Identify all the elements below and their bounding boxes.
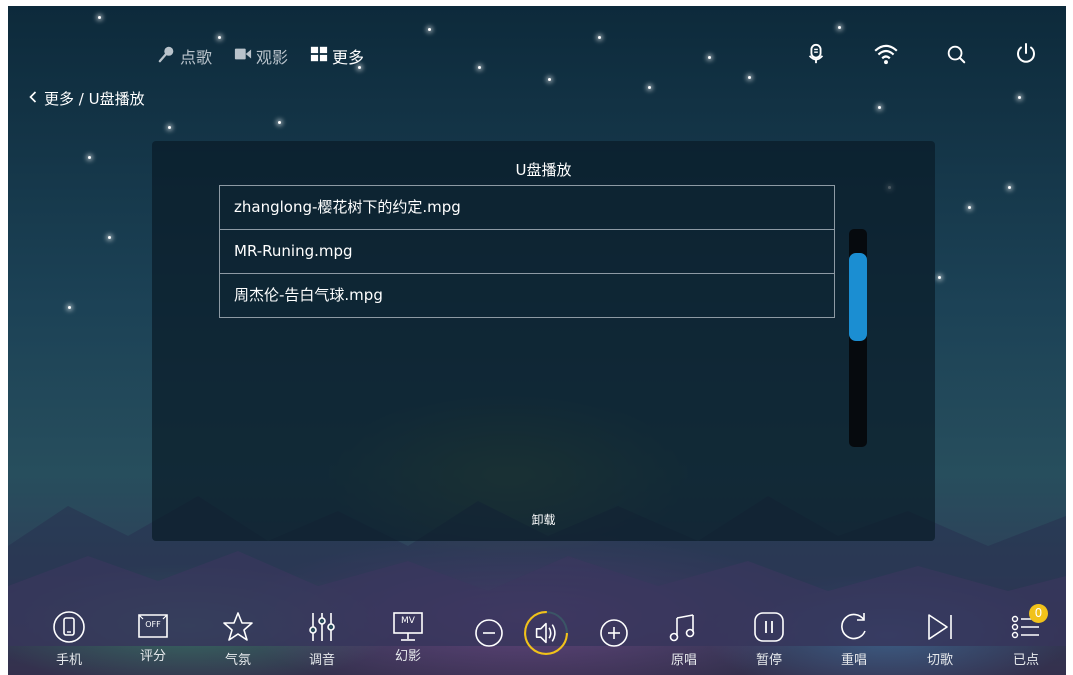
volume-down-button[interactable] — [461, 618, 517, 652]
pause-icon — [752, 610, 786, 648]
star-icon — [221, 610, 255, 648]
replay-icon — [837, 610, 871, 648]
plus-circle-icon — [599, 618, 629, 652]
tab-more-label: 更多 — [332, 48, 365, 67]
usb-playback-panel: U盘播放 zhanglong-樱花树下的约定.mpg MR-Runing.mpg… — [152, 141, 935, 541]
volume-button[interactable] — [518, 610, 574, 660]
scrollbar-thumb[interactable] — [849, 253, 867, 341]
tuning-label: 调音 — [308, 653, 335, 668]
eject-button[interactable]: 卸载 — [152, 511, 935, 528]
tab-more[interactable]: 更多 — [310, 44, 364, 68]
score-badge-text: OFF — [145, 620, 161, 629]
tuning-button[interactable]: 调音 — [294, 610, 350, 668]
tab-song-label: 点歌 — [180, 48, 213, 67]
score-off-icon: OFF — [136, 610, 170, 644]
search-icon[interactable] — [942, 40, 970, 68]
phone-label: 手机 — [55, 653, 82, 668]
skip-label: 切歌 — [926, 653, 953, 668]
pause-label: 暂停 — [755, 653, 782, 668]
file-row[interactable]: zhanglong-樱花树下的约定.mpg — [220, 186, 834, 230]
ktv-screen: 点歌 观影 更多 更多 / U盘播放 U盘播放 zhanglong-樱花树下的约… — [8, 6, 1066, 675]
original-vocal-button[interactable]: 原唱 — [656, 610, 712, 668]
file-row[interactable]: 周杰伦-告白气球.mpg — [220, 274, 834, 317]
scrollbar[interactable] — [849, 229, 867, 447]
file-row[interactable]: MR-Runing.mpg — [220, 230, 834, 274]
bottom-toolbar: 手机 OFF 评分 气氛 调音 MV 幻影 原唱 暂停 重唱 切歌 0 已点 — [8, 604, 1066, 675]
replay-label: 重唱 — [840, 653, 867, 668]
score-label: 评分 — [139, 649, 166, 664]
speaker-icon — [523, 610, 569, 660]
replay-button[interactable]: 重唱 — [826, 610, 882, 668]
grid-icon — [310, 45, 328, 67]
breadcrumb-text: 更多 / U盘播放 — [44, 90, 145, 108]
selected-songs-button[interactable]: 0 已点 — [998, 604, 1054, 668]
mv-badge-text: MV — [401, 616, 415, 626]
volume-up-button[interactable] — [586, 618, 642, 652]
minus-circle-icon — [474, 618, 504, 652]
breadcrumb[interactable]: 更多 / U盘播放 — [28, 88, 145, 109]
video-camera-icon — [234, 45, 252, 67]
file-list: zhanglong-樱花树下的约定.mpg MR-Runing.mpg 周杰伦-… — [219, 185, 835, 318]
top-navigation: 点歌 观影 更多 — [158, 44, 364, 68]
phone-icon — [52, 610, 86, 648]
panel-title: U盘播放 — [515, 161, 572, 179]
pause-button[interactable]: 暂停 — [741, 610, 797, 668]
selected-songs-label: 已点 — [1012, 653, 1039, 668]
top-icon-bar — [802, 40, 1040, 68]
selected-count-badge: 0 — [1029, 604, 1048, 623]
mv-screen-icon: MV — [391, 610, 425, 644]
chevron-left-icon — [28, 90, 38, 108]
tab-movie[interactable]: 观影 — [234, 44, 288, 68]
music-note-icon — [667, 610, 701, 648]
mv-label: 幻影 — [394, 649, 421, 664]
tab-movie-label: 观影 — [256, 48, 289, 67]
microphone-icon — [158, 45, 176, 67]
microphone-icon[interactable] — [802, 40, 830, 68]
wifi-icon[interactable] — [872, 40, 900, 68]
score-button[interactable]: OFF 评分 — [125, 610, 181, 664]
atmosphere-button[interactable]: 气氛 — [210, 610, 266, 668]
skip-button[interactable]: 切歌 — [912, 610, 968, 668]
original-vocal-label: 原唱 — [670, 653, 697, 668]
equalizer-icon — [305, 610, 339, 648]
skip-next-icon — [923, 610, 957, 648]
tab-song[interactable]: 点歌 — [158, 44, 212, 68]
mv-button[interactable]: MV 幻影 — [380, 610, 436, 664]
power-icon[interactable] — [1012, 40, 1040, 68]
atmosphere-label: 气氛 — [224, 653, 251, 668]
phone-button[interactable]: 手机 — [41, 610, 97, 668]
